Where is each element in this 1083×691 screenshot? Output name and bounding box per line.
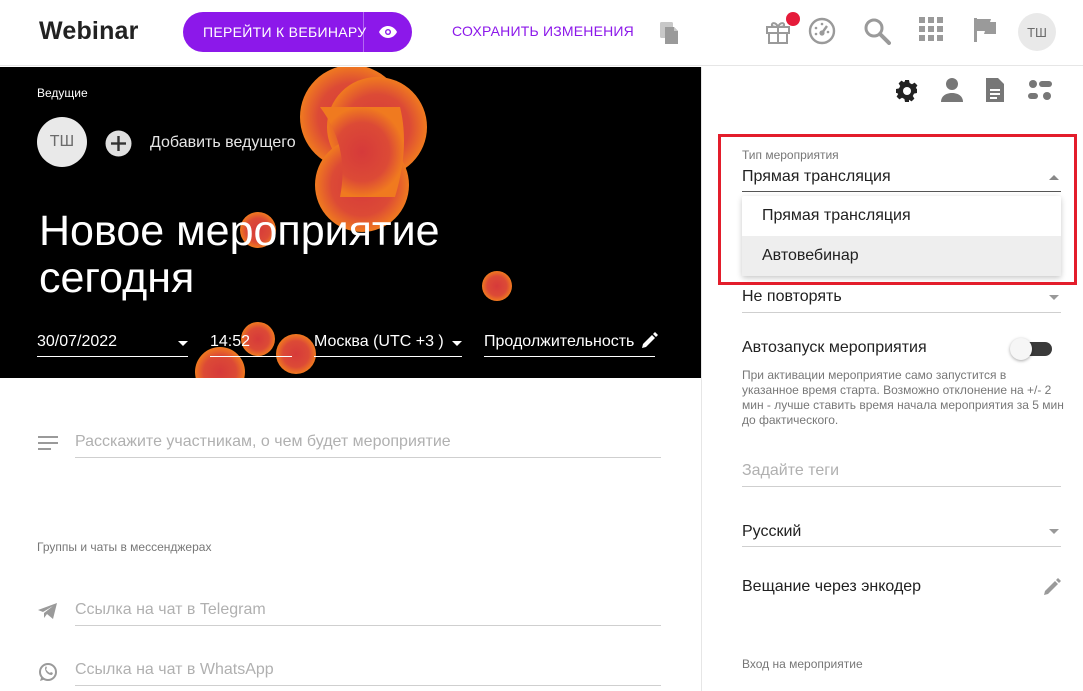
user-avatar[interactable]: ТШ — [1018, 13, 1056, 51]
duration-field[interactable]: Продолжительность — [484, 329, 658, 357]
apps-grid-icon[interactable] — [919, 17, 943, 46]
notification-badge — [786, 12, 800, 26]
timezone-select[interactable]: Москва (UTC +3 ) — [314, 329, 462, 357]
person-icon[interactable] — [941, 78, 963, 107]
add-host-icon[interactable] — [105, 130, 132, 162]
autostart-label: Автозапуск мероприятия — [742, 339, 927, 356]
options-list-icon[interactable] — [1028, 78, 1052, 107]
description-lines-icon — [38, 436, 58, 455]
settings-gear-icon[interactable] — [895, 78, 919, 109]
top-bar: Webinar ПЕРЕЙТИ К ВЕБИНАРУ СОХРАНИТЬ ИЗМ… — [0, 0, 1083, 66]
option-autowebinar[interactable]: Автовебинар — [742, 236, 1061, 276]
logo[interactable]: Webinar — [39, 17, 139, 46]
event-hero: Ведущие ТШ Добавить ведущего Новое мероп… — [0, 67, 701, 378]
timezone-value: Москва (UTC +3 ) — [314, 333, 444, 350]
event-type-select[interactable]: Тип мероприятия Прямая трансляция — [742, 148, 1061, 192]
chevron-down-icon — [178, 341, 188, 346]
repeat-value: Не повторять — [742, 288, 842, 305]
chevron-down-icon — [1049, 529, 1059, 534]
chevron-down-icon — [452, 341, 462, 346]
document-icon[interactable] — [986, 78, 1004, 107]
save-changes-link[interactable]: СОХРАНИТЬ ИЗМЕНЕНИЯ — [452, 23, 634, 39]
telegram-icon — [38, 603, 57, 624]
preview-eye-icon[interactable] — [364, 26, 412, 38]
host-avatar[interactable]: ТШ — [37, 117, 87, 167]
language-select[interactable]: Русский — [742, 520, 1061, 547]
event-type-value: Прямая трансляция — [742, 168, 891, 185]
edit-pencil-icon[interactable] — [1042, 577, 1062, 602]
event-type-dropdown: Прямая трансляция Автовебинар — [742, 196, 1061, 276]
chevron-down-icon — [1049, 295, 1059, 300]
go-to-webinar-button[interactable]: ПЕРЕЙТИ К ВЕБИНАРУ — [183, 12, 412, 52]
time-value: 14:52 — [210, 333, 251, 350]
tags-input[interactable]: Задайте теги — [742, 459, 1061, 487]
chevron-up-icon — [1049, 175, 1059, 180]
copy-icon[interactable] — [659, 21, 681, 50]
messenger-groups-label: Группы и чаты в мессенджерах — [37, 540, 212, 554]
whatsapp-link-input[interactable]: Ссылка на чат в WhatsApp — [75, 658, 661, 686]
flag-icon[interactable] — [973, 17, 997, 48]
panel-divider — [701, 67, 702, 691]
duration-label: Продолжительность — [484, 333, 635, 350]
hosts-label: Ведущие — [37, 86, 88, 100]
option-live-stream[interactable]: Прямая трансляция — [742, 196, 1061, 236]
whatsapp-icon — [38, 662, 58, 687]
dashboard-icon[interactable] — [808, 17, 836, 50]
event-entry-label: Вход на мероприятие — [742, 657, 863, 671]
event-type-underline — [742, 191, 1061, 192]
description-input[interactable]: Расскажите участникам, о чем будет мероп… — [75, 430, 661, 458]
edit-pencil-icon[interactable] — [639, 331, 659, 356]
repeat-select[interactable]: Не повторять — [742, 285, 1061, 313]
encoder-label: Вещание через энкодер — [742, 578, 922, 595]
event-type-label: Тип мероприятия — [742, 148, 839, 162]
event-title[interactable]: Новое мероприятие сегодня — [39, 208, 599, 302]
language-value: Русский — [742, 523, 802, 540]
go-to-webinar-label: ПЕРЕЙТИ К ВЕБИНАРУ — [203, 24, 367, 40]
add-host-link[interactable]: Добавить ведущего — [150, 134, 296, 152]
date-field[interactable]: 30/07/2022 — [37, 329, 188, 357]
autostart-toggle-thumb[interactable] — [1010, 338, 1032, 360]
search-icon[interactable] — [863, 17, 891, 50]
time-field[interactable]: 14:52 — [210, 329, 292, 357]
date-value: 30/07/2022 — [37, 333, 118, 350]
autostart-help-text: При активации мероприятие само запуститс… — [742, 368, 1064, 427]
telegram-link-input[interactable]: Ссылка на чат в Telegram — [75, 598, 661, 626]
